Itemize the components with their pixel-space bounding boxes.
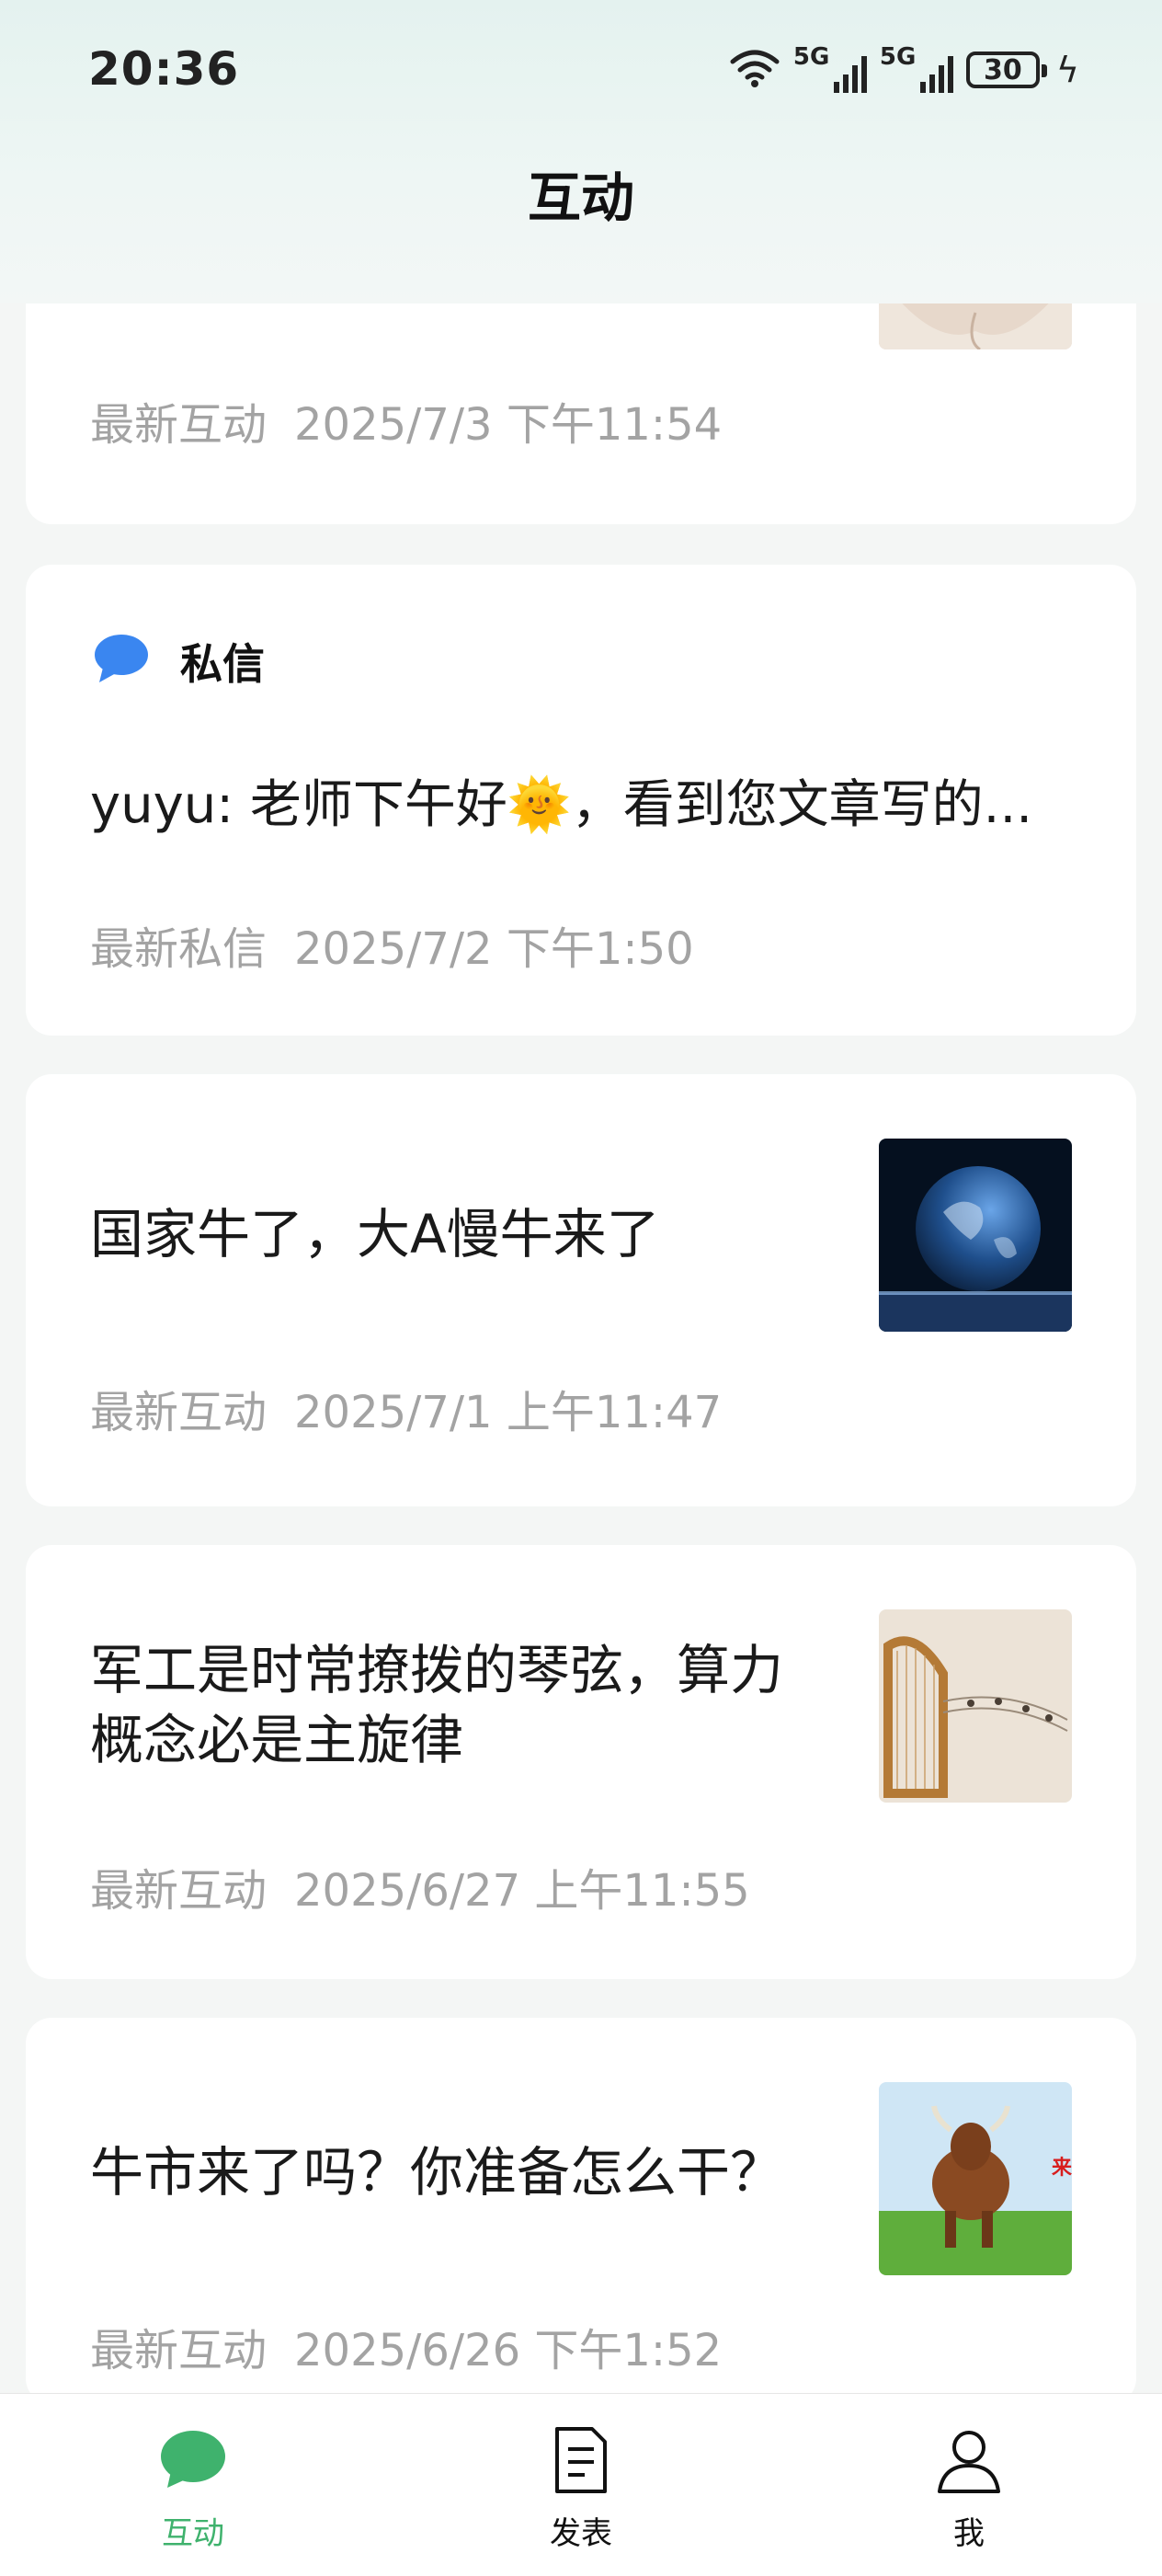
- card-title-line1: 军工是时常撩拨的琴弦，算力: [90, 1639, 784, 1701]
- signal-icon: 5G: [793, 43, 867, 93]
- signal-icon: 5G: [880, 43, 953, 93]
- person-icon: [936, 2427, 1002, 2497]
- harp-thumbnail: [879, 1609, 1072, 1803]
- earth-thumbnail: [879, 1139, 1072, 1332]
- interaction-card[interactable]: 牛市来了吗？你准备怎么干？ 来 最新互动 2025/6/26 下午1:52: [26, 2018, 1136, 2404]
- interaction-card[interactable]: 军工是时常撩拨的琴弦，算力 概念必是主旋律 最新互动 2025/6/27 上午11…: [26, 1545, 1136, 1979]
- message-preview: yuyu: 老师下午好🌞，看到您文章写的...: [90, 775, 1033, 835]
- thumbnail-text: 来: [1051, 2157, 1072, 2180]
- card-meta: 最新私信 2025/7/2 下午1:50: [90, 923, 694, 975]
- page-title: 互动: [527, 166, 634, 229]
- card-meta: 最新互动 2025/7/3 下午11:54: [90, 399, 723, 451]
- document-icon: [552, 2425, 610, 2499]
- wifi-icon: [729, 47, 780, 93]
- tab-publish[interactable]: 发表: [443, 2394, 719, 2576]
- tab-label: 发表: [550, 2515, 612, 2552]
- bottom-nav: 互动 发表 我: [0, 2393, 1162, 2576]
- interaction-card[interactable]: 国家牛了，大A慢牛来了 最新互动 2025/7/1 上午11:47: [26, 1074, 1136, 1506]
- card-title-line2: 概念必是主旋律: [90, 1709, 464, 1771]
- tab-label: 我: [953, 2515, 985, 2552]
- tab-interaction[interactable]: 互动: [55, 2394, 331, 2576]
- tab-label: 互动: [162, 2515, 224, 2552]
- card-title: 国家牛了，大A慢牛来了: [90, 1203, 660, 1265]
- message-badge: 私信: [180, 639, 265, 689]
- tab-me[interactable]: 我: [831, 2394, 1107, 2576]
- top-bar: 20:36 5G 5G 30 ϟ 互动: [0, 0, 1162, 303]
- chat-bubble-icon: [94, 633, 149, 688]
- status-icons: 5G 5G 30 ϟ: [729, 43, 1079, 96]
- battery-icon: 30: [965, 52, 1047, 88]
- chat-bubble-icon: [160, 2429, 226, 2493]
- card-meta: 最新互动 2025/6/27 上午11:55: [90, 1865, 750, 1917]
- card-title: 牛市来了吗？你准备怎么干？: [90, 2141, 784, 2204]
- charging-icon: ϟ: [1055, 50, 1079, 90]
- status-time: 20:36: [88, 42, 240, 96]
- card-meta: 最新互动 2025/6/26 下午1:52: [90, 2325, 723, 2376]
- private-message-card[interactable]: 私信 yuyu: 老师下午好🌞，看到您文章写的... 最新私信 2025/7/2 …: [26, 565, 1136, 1036]
- card-meta: 最新互动 2025/7/1 上午11:47: [90, 1387, 723, 1438]
- bull-thumbnail: 来: [879, 2082, 1072, 2275]
